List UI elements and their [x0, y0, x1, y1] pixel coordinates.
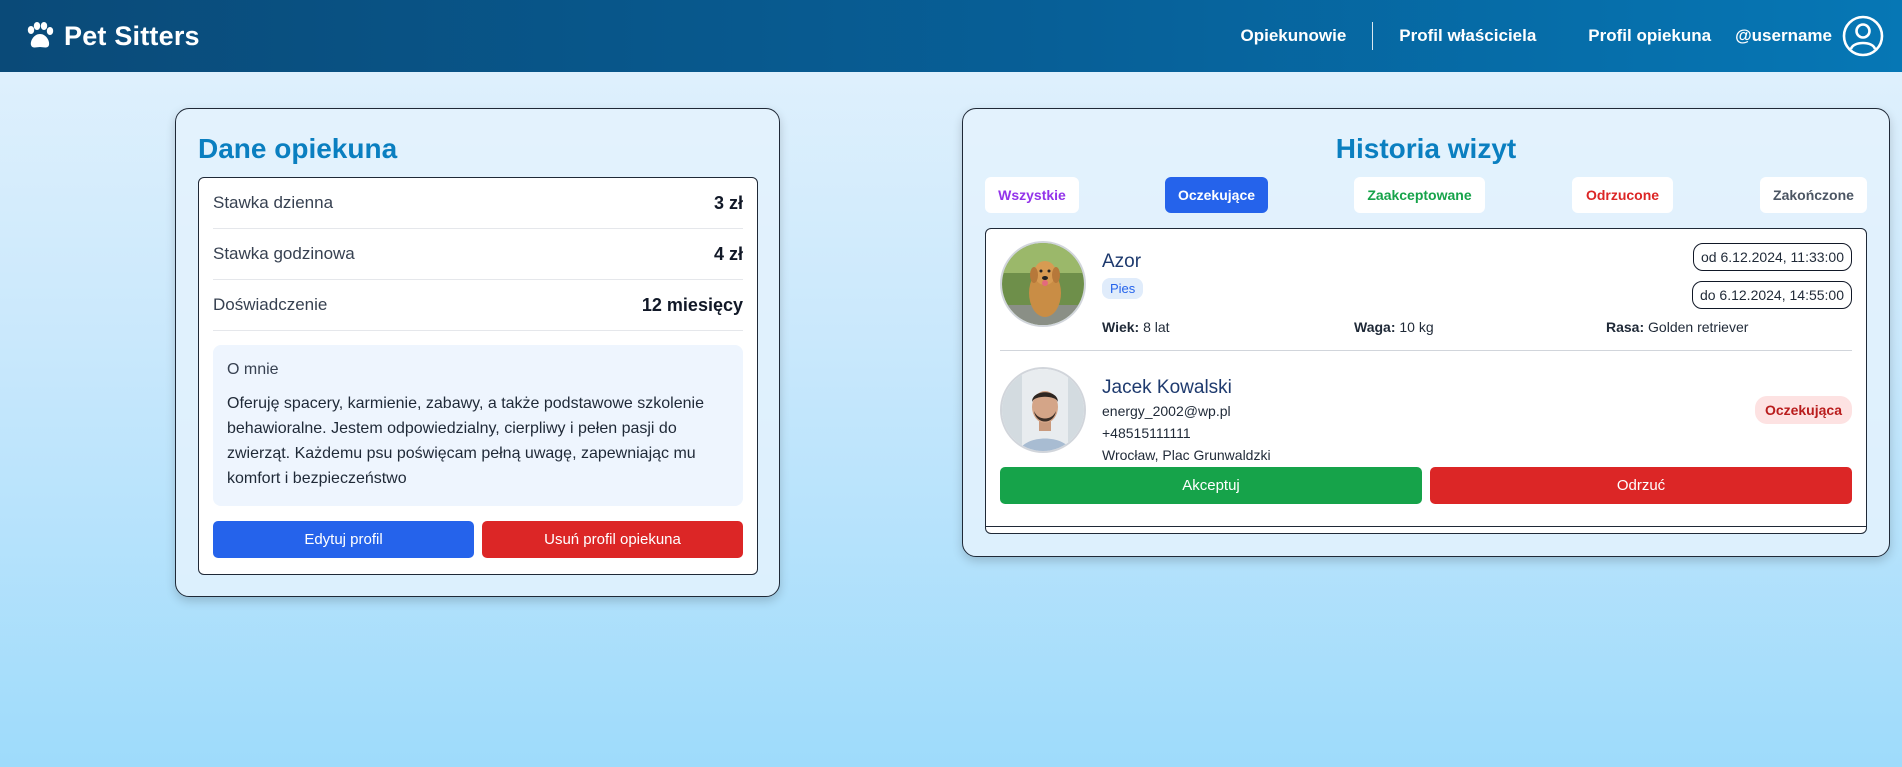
profile-actions: Edytuj profil Usuń profil opiekuna — [213, 521, 743, 558]
pet-name: Azor — [1102, 251, 1142, 272]
filter-completed-button[interactable]: Zakończone — [1760, 177, 1867, 213]
delete-sitter-profile-button[interactable]: Usuń profil opiekuna — [482, 521, 743, 558]
accept-visit-button[interactable]: Akceptuj — [1000, 467, 1422, 504]
nav-menu: Opiekunowie Profil właściciela Profil op… — [1214, 0, 1884, 72]
edit-profile-button[interactable]: Edytuj profil — [213, 521, 474, 558]
owner-info: Jacek Kowalski energy_2002@wp.pl +485151… — [1102, 377, 1271, 466]
pet-photo — [1000, 241, 1086, 327]
visit-history-title: Historia wizyt — [1335, 133, 1517, 164]
detail-value: 3 zł — [713, 192, 743, 213]
filter-rejected-button[interactable]: Odrzucone — [1572, 177, 1673, 213]
detail-label: Stawka godzinowa — [213, 244, 355, 263]
detail-label: Doświadczenie — [213, 295, 328, 314]
pet-age-value: 8 lat — [1143, 319, 1170, 335]
pet-breed: Rasa: Golden retriever — [1606, 319, 1748, 335]
pet-info: Azor Pies — [1102, 251, 1144, 299]
brand-name: Pet Sitters — [64, 20, 200, 51]
visit-end-date: do 6.12.2024, 14:55:00 — [1691, 281, 1852, 309]
pet-weight-value: 10 kg — [1399, 319, 1434, 335]
user-avatar-icon[interactable] — [1842, 15, 1884, 57]
about-text: Oferuję spacery, karmienie, zabawy, a ta… — [227, 395, 704, 487]
about-title: O mnie — [227, 361, 279, 378]
username[interactable]: @username — [1735, 26, 1832, 46]
list-separator — [986, 526, 1866, 527]
sitter-details-card: Dane opiekuna Stawka dzienna 3 zł Stawka… — [175, 108, 780, 597]
nav-link-opiekunowie[interactable]: Opiekunowie — [1214, 26, 1372, 46]
detail-row-experience: Doświadczenie 12 miesięcy — [213, 280, 743, 331]
detail-value: 12 miesięcy — [641, 294, 743, 315]
owner-photo — [1000, 367, 1086, 453]
pet-age-label: Wiek: — [1102, 319, 1140, 335]
sitter-details-title: Dane opiekuna — [198, 133, 398, 164]
detail-row-hourly-rate: Stawka godzinowa 4 zł — [213, 229, 743, 280]
paw-icon — [27, 22, 54, 48]
about-section: O mnie Oferuję spacery, karmienie, zabaw… — [213, 345, 743, 506]
owner-address: Wrocław, Plac Grunwaldzki — [1102, 447, 1271, 463]
person-photo-icon — [1002, 369, 1084, 451]
status-badge: Oczekująca — [1754, 396, 1852, 424]
visit-start-date: od 6.12.2024, 11:33:00 — [1693, 243, 1852, 271]
nav-link-sitter-profile[interactable]: Profil opiekuna — [1562, 26, 1735, 46]
pet-weight: Waga: 10 kg — [1354, 319, 1434, 335]
nav-link-owner-profile[interactable]: Profil właściciela — [1373, 26, 1562, 46]
pet-breed-label: Rasa: — [1606, 319, 1645, 335]
owner-name: Jacek Kowalski — [1102, 377, 1232, 398]
reject-visit-button[interactable]: Odrzuć — [1430, 467, 1852, 504]
filter-accepted-button[interactable]: Zaakceptowane — [1354, 177, 1485, 213]
visit-actions: Akceptuj Odrzuć — [1000, 467, 1852, 504]
dog-photo-icon — [1002, 243, 1084, 325]
sitter-details-panel: Stawka dzienna 3 zł Stawka godzinowa 4 z… — [198, 177, 758, 575]
top-navbar: Pet Sitters Opiekunowie Profil właścicie… — [0, 0, 1902, 72]
pet-type-badge: Pies — [1102, 278, 1144, 299]
owner-phone: +48515111111 — [1102, 425, 1191, 441]
owner-email: energy_2002@wp.pl — [1102, 403, 1231, 419]
detail-label: Stawka dzienna — [213, 193, 334, 212]
pet-age: Wiek: 8 lat — [1102, 319, 1170, 335]
status-filters: Wszystkie Oczekujące Zaakceptowane Odrzu… — [985, 177, 1867, 213]
detail-value: 4 zł — [713, 243, 743, 264]
visit-history-card: Historia wizyt Wszystkie Oczekujące Zaak… — [962, 108, 1890, 557]
pet-weight-label: Waga: — [1354, 319, 1396, 335]
pet-breed-value: Golden retriever — [1648, 319, 1749, 335]
visit-list: Azor Pies od 6.12.2024, 11:33:00 do 6.12… — [985, 228, 1867, 534]
filter-all-button[interactable]: Wszystkie — [985, 177, 1079, 213]
filter-pending-button[interactable]: Oczekujące — [1165, 177, 1268, 213]
detail-row-daily-rate: Stawka dzienna 3 zł — [213, 178, 743, 229]
visit-divider — [1000, 350, 1852, 351]
brand[interactable]: Pet Sitters — [24, 21, 200, 52]
